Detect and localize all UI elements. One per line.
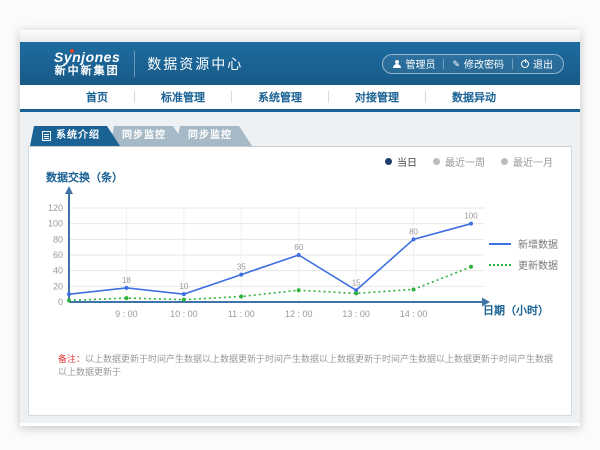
- logo: Synjones 新中新集团: [54, 50, 120, 77]
- nav-item-home[interactable]: 首页: [60, 89, 134, 105]
- svg-text:100: 100: [48, 219, 63, 229]
- svg-text:80: 80: [409, 227, 418, 236]
- x-axis-title: 日期（小时）: [483, 302, 549, 318]
- current-user-button[interactable]: 管理员: [393, 56, 435, 71]
- svg-text:15: 15: [352, 278, 361, 287]
- tab-bar: 系统介绍 同步监控 同步监控: [30, 126, 580, 146]
- toolbar-divider: [443, 59, 444, 69]
- legend-label: 新增数据: [518, 236, 558, 251]
- logo-subtext: 新中新集团: [54, 65, 120, 77]
- header-divider: [134, 51, 135, 77]
- window-top-strip: [20, 30, 580, 42]
- content-area: 系统介绍 同步监控 同步监控 当日 最近一周: [20, 112, 580, 423]
- svg-text:60: 60: [53, 250, 63, 260]
- svg-text:100: 100: [464, 212, 478, 221]
- nav-item-system-mgmt[interactable]: 系统管理: [232, 89, 328, 105]
- svg-text:12 : 00: 12 : 00: [285, 309, 313, 319]
- tab-sync-monitor-1[interactable]: 同步监控: [110, 126, 186, 146]
- chart-legend: 新增数据 更新数据: [489, 233, 558, 275]
- svg-text:14 : 00: 14 : 00: [400, 309, 428, 319]
- toolbar-divider: [512, 59, 513, 69]
- nav-item-interface-mgmt[interactable]: 对接管理: [329, 89, 425, 105]
- logout-label: 退出: [533, 56, 553, 71]
- svg-text:10 : 00: 10 : 00: [170, 309, 198, 319]
- document-icon: [42, 131, 51, 141]
- logout-button[interactable]: 退出: [521, 56, 553, 71]
- app-header: Synjones 新中新集团 数据资源中心 管理员 ✎ 修改密码: [20, 42, 580, 85]
- radio-dot-icon: [501, 158, 508, 165]
- nav-item-data-change[interactable]: 数据异动: [426, 89, 522, 105]
- svg-text:11 : 00: 11 : 00: [228, 309, 255, 319]
- tab-label: 系统介绍: [56, 126, 100, 146]
- main-nav: 首页 标准管理 系统管理 对接管理 数据异动: [20, 85, 580, 112]
- logo-text: Synjones: [54, 50, 120, 65]
- page-background: Synjones 新中新集团 数据资源中心 管理员 ✎ 修改密码: [0, 0, 600, 450]
- tab-label: 同步监控: [188, 126, 232, 146]
- change-password-button[interactable]: ✎ 修改密码: [452, 56, 504, 71]
- user-icon: [393, 60, 401, 68]
- svg-text:35: 35: [237, 263, 246, 272]
- solid-line-icon: [489, 243, 511, 245]
- radio-dot-icon: [385, 158, 392, 165]
- current-user-label: 管理员: [405, 56, 435, 71]
- svg-text:18: 18: [122, 276, 131, 285]
- legend-item-updated-data[interactable]: 更新数据: [489, 254, 558, 275]
- svg-text:0: 0: [58, 297, 63, 307]
- svg-text:9 : 00: 9 : 00: [115, 309, 138, 319]
- svg-text:120: 120: [48, 203, 63, 213]
- dotted-line-icon: [489, 264, 511, 266]
- svg-text:80: 80: [53, 234, 63, 244]
- tab-system-intro[interactable]: 系统介绍: [30, 126, 120, 146]
- legend-item-new-data[interactable]: 新增数据: [489, 233, 558, 254]
- edit-icon: ✎: [452, 60, 460, 68]
- legend-label: 更新数据: [518, 257, 558, 272]
- app-title: 数据资源中心: [147, 54, 243, 74]
- svg-text:60: 60: [294, 243, 303, 252]
- user-toolbar: 管理员 ✎ 修改密码 退出: [382, 54, 564, 74]
- svg-text:10: 10: [179, 282, 188, 291]
- nav-item-standard-mgmt[interactable]: 标准管理: [135, 89, 231, 105]
- tab-sync-monitor-2[interactable]: 同步监控: [176, 126, 252, 146]
- app-window: Synjones 新中新集团 数据资源中心 管理员 ✎ 修改密码: [20, 30, 580, 426]
- logo-accent-dot: [70, 49, 74, 53]
- chart-panel: 当日 最近一周 最近一月 数据交换（条） 0 20 40 60 80 100 120 9 : …: [28, 146, 572, 416]
- y-axis-title: 数据交换（条）: [46, 169, 123, 185]
- footnote-text: 以上数据更新于时间产生数据以上数据更新于时间产生数据以上数据更新于时间产生数据以…: [58, 354, 553, 377]
- svg-text:13 : 00: 13 : 00: [342, 309, 370, 319]
- radio-last-week[interactable]: 最近一周: [433, 154, 485, 169]
- change-password-label: 修改密码: [464, 56, 504, 71]
- footnote-label: 备注：: [58, 354, 85, 364]
- radio-label: 最近一月: [513, 154, 553, 169]
- footnote: 备注：以上数据更新于时间产生数据以上数据更新于时间产生数据以上数据更新于时间产生…: [58, 353, 555, 378]
- power-icon: [521, 60, 529, 68]
- tab-label: 同步监控: [122, 126, 166, 146]
- radio-today[interactable]: 当日: [385, 154, 417, 169]
- radio-label: 当日: [397, 154, 417, 169]
- time-range-filter: 当日 最近一周 最近一月: [385, 154, 553, 169]
- svg-text:40: 40: [53, 266, 63, 276]
- svg-text:20: 20: [53, 281, 63, 291]
- radio-label: 最近一周: [445, 154, 485, 169]
- radio-last-month[interactable]: 最近一月: [501, 154, 553, 169]
- radio-dot-icon: [433, 158, 440, 165]
